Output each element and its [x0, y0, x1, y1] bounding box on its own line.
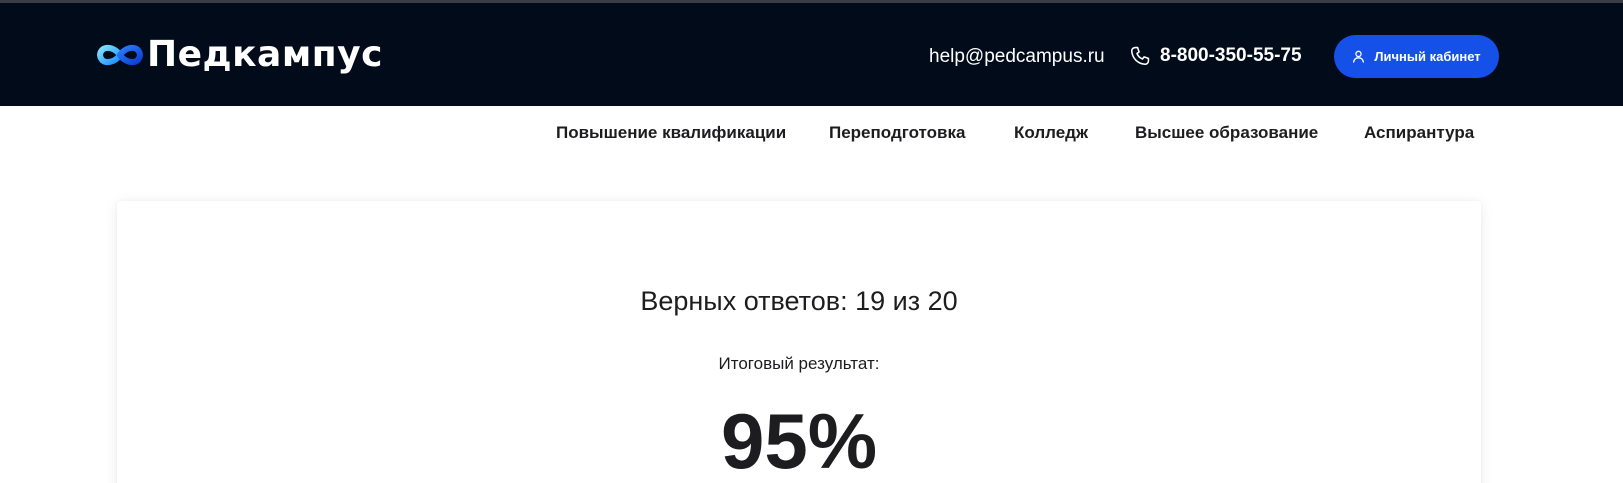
nav-item-college[interactable]: Колледж: [1014, 122, 1088, 144]
nav-item-postgraduate[interactable]: Аспирантура: [1364, 122, 1474, 144]
personal-account-label: Личный кабинет: [1374, 49, 1481, 64]
phone-number: 8-800-350-55-75: [1160, 45, 1302, 66]
phone-link[interactable]: 8-800-350-55-75: [1129, 44, 1302, 68]
user-icon: [1353, 50, 1365, 63]
nav-item-qualification[interactable]: Повышение квалификации: [556, 122, 786, 144]
personal-account-button[interactable]: Личный кабинет: [1334, 35, 1499, 78]
final-result-label: Итоговый результат:: [718, 354, 880, 373]
result-percent: 95%: [720, 397, 878, 483]
main-nav: Повышение квалификации Переподготовка Ко…: [0, 122, 1623, 146]
nav-item-retraining[interactable]: Переподготовка: [829, 122, 965, 144]
result-card: Верных ответов: 19 из 20 Итоговый резуль…: [117, 201, 1481, 483]
site-header: Педкампус help@pedcampus.ru 8-800-350-55…: [0, 3, 1623, 106]
phone-icon: [1130, 46, 1150, 66]
infinity-logo-icon: [96, 44, 144, 66]
nav-item-higher-education[interactable]: Высшее образование: [1135, 122, 1318, 144]
correct-answers-text: Верных ответов: 19 из 20: [640, 286, 958, 316]
email-link[interactable]: help@pedcampus.ru: [929, 45, 1105, 69]
site-logo[interactable]: Педкампус: [96, 34, 383, 76]
logo-text: Педкампус: [147, 34, 383, 75]
